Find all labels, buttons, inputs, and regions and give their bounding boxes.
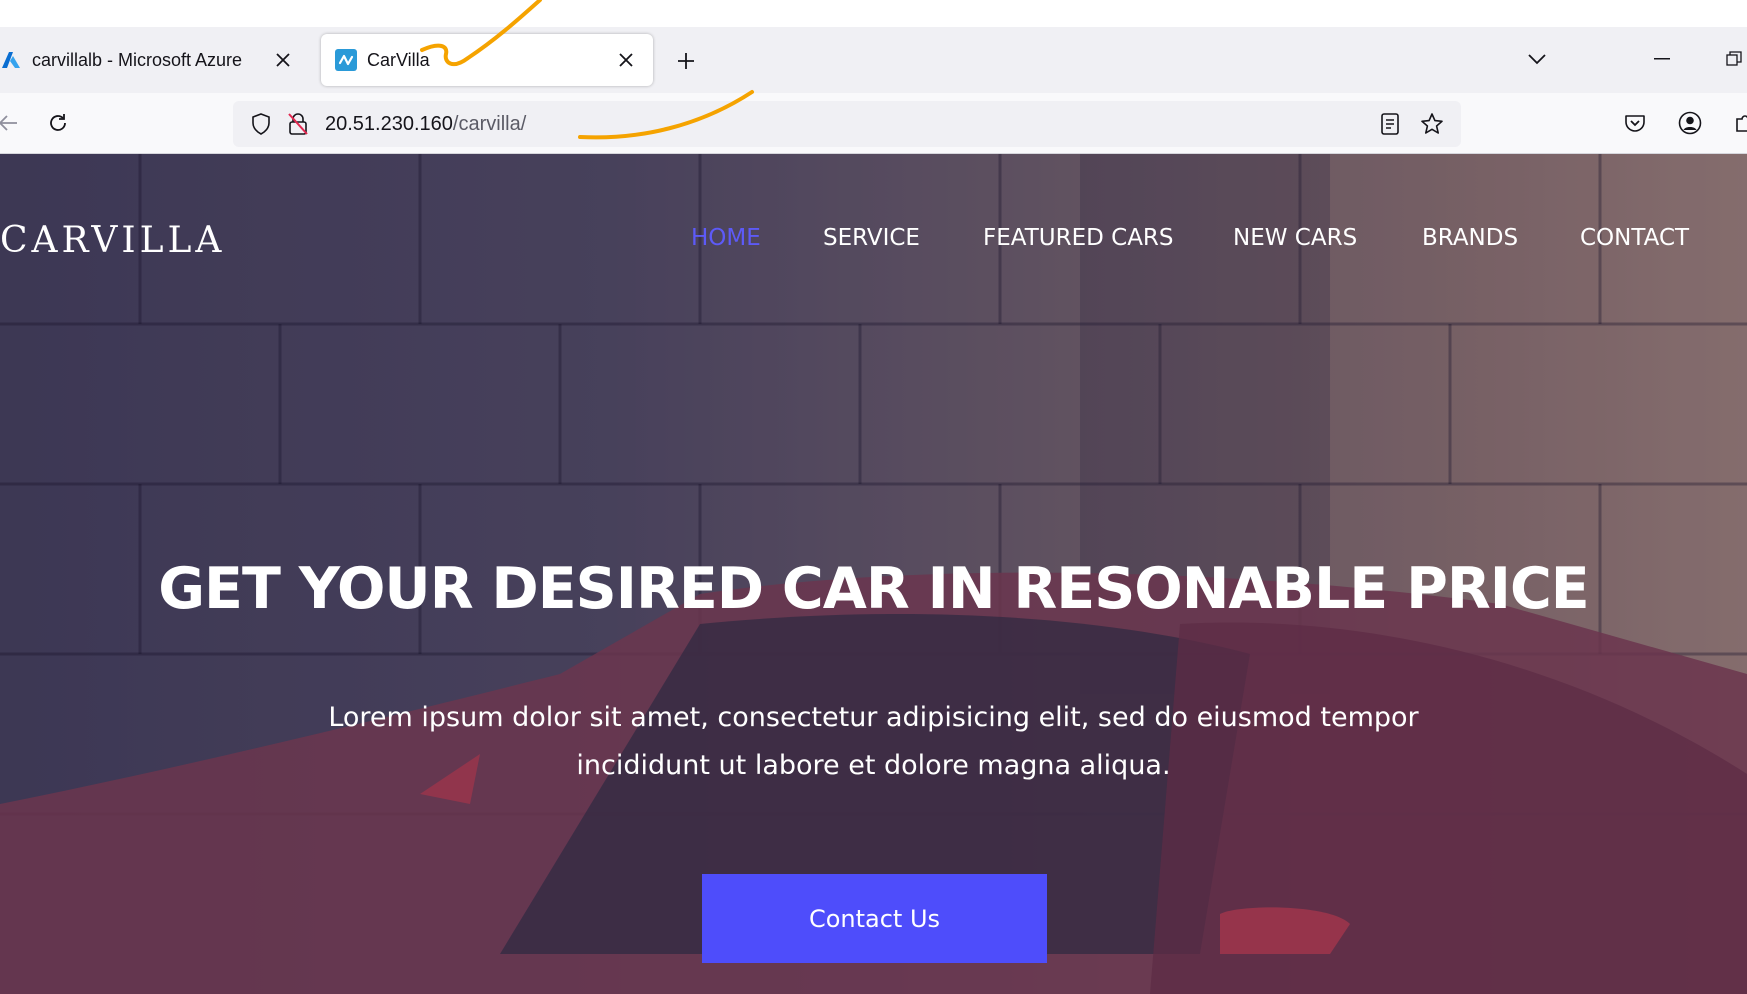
close-icon[interactable] bbox=[611, 45, 641, 75]
insecure-lock-icon[interactable] bbox=[280, 106, 316, 142]
minimize-icon[interactable] bbox=[1642, 44, 1682, 74]
menu-item-contact[interactable]: CONTACT bbox=[1580, 225, 1689, 251]
account-icon[interactable] bbox=[1672, 105, 1708, 141]
hero-section: CARVILLA HOME SERVICE FEATURED CARS NEW … bbox=[0, 154, 1747, 994]
menu-item-featured-cars[interactable]: FEATURED CARS bbox=[983, 225, 1174, 251]
tab-title: CarVilla bbox=[367, 49, 430, 70]
contact-us-button[interactable]: Contact Us bbox=[702, 874, 1047, 963]
plus-icon[interactable] bbox=[668, 43, 704, 79]
star-icon[interactable] bbox=[1414, 106, 1450, 142]
navigation-toolbar: 20.51.230.160/carvilla/ bbox=[0, 93, 1747, 154]
reader-view-icon[interactable] bbox=[1372, 106, 1408, 142]
pocket-icon[interactable] bbox=[1617, 105, 1653, 141]
hero-subtext-line-2: incididunt ut labore et dolore magna ali… bbox=[576, 750, 1171, 781]
tab-title: carvillalb - Microsoft Azure bbox=[32, 49, 243, 70]
url-text[interactable]: 20.51.230.160/carvilla/ bbox=[325, 101, 526, 147]
restore-icon[interactable] bbox=[1714, 44, 1747, 74]
hero-headline: GET YOUR DESIRED CAR IN RESONABLE PRICE bbox=[158, 556, 1589, 622]
menu-item-service[interactable]: SERVICE bbox=[823, 225, 920, 251]
tab-bar: carvillalb - Microsoft Azure CarVilla bbox=[0, 27, 1747, 93]
shield-icon[interactable] bbox=[243, 106, 279, 142]
menu-item-brands[interactable]: BRANDS bbox=[1422, 225, 1518, 251]
address-bar[interactable]: 20.51.230.160/carvilla/ bbox=[233, 101, 1461, 147]
window-top-strip bbox=[0, 0, 1747, 27]
menu-item-new-cars[interactable]: NEW CARS bbox=[1233, 225, 1357, 251]
hero-subtext: Lorem ipsum dolor sit amet, consectetur … bbox=[0, 694, 1747, 790]
back-arrow-icon[interactable] bbox=[0, 105, 26, 141]
carvilla-favicon bbox=[335, 49, 357, 71]
menu-item-home[interactable]: HOME bbox=[691, 225, 761, 251]
tab-carvilla[interactable]: CarVilla bbox=[321, 34, 653, 86]
close-icon[interactable] bbox=[268, 45, 298, 75]
url-host: 20.51.230.160 bbox=[325, 113, 453, 135]
azure-icon bbox=[0, 49, 22, 71]
hero-subtext-line-1: Lorem ipsum dolor sit amet, consectetur … bbox=[328, 702, 1419, 733]
tab-azure[interactable]: carvillalb - Microsoft Azure bbox=[0, 34, 310, 86]
puzzle-icon[interactable] bbox=[1727, 105, 1747, 141]
chevron-down-icon[interactable] bbox=[1520, 42, 1554, 76]
reload-icon[interactable] bbox=[40, 105, 76, 141]
site-menu: HOME SERVICE FEATURED CARS NEW CARS BRAN… bbox=[0, 225, 1747, 265]
url-path: /carvilla/ bbox=[452, 113, 527, 135]
